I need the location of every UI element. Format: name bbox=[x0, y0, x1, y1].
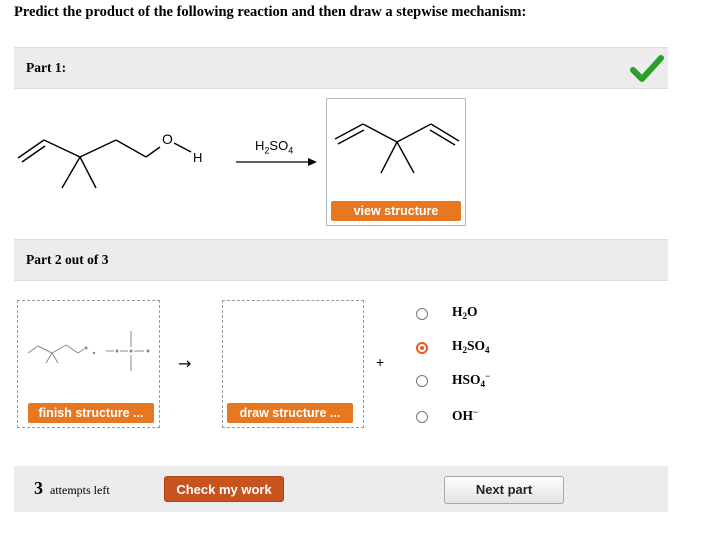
hydrogen-label: H bbox=[193, 150, 202, 165]
part2-label: Part 2 out of 3 bbox=[26, 252, 109, 267]
checkmark-icon bbox=[630, 55, 664, 82]
product-structure-box[interactable]: view structure bbox=[326, 98, 466, 226]
footer-bar: 3 attempts left Check my work Next part bbox=[14, 466, 668, 512]
plus-sign: + bbox=[376, 354, 385, 370]
option-label: H2O bbox=[452, 304, 478, 321]
reagent-label: H2SO4 bbox=[255, 138, 294, 156]
finish-structure-button[interactable]: finish structure ... bbox=[28, 403, 154, 423]
draw-structure-button[interactable]: draw structure ... bbox=[227, 403, 353, 423]
part1-header: Part 1: bbox=[14, 47, 668, 89]
option-label: OH− bbox=[452, 407, 479, 423]
mechanism-arrow: → bbox=[178, 354, 192, 373]
mini-reactant-structure bbox=[27, 331, 150, 371]
product-drawing-box[interactable]: draw structure ... bbox=[222, 300, 364, 428]
oxygen-label: O bbox=[162, 131, 173, 147]
reactant-drawing-box[interactable]: finish structure ... bbox=[17, 300, 160, 428]
part1-label: Part 1: bbox=[26, 60, 67, 75]
radio-button[interactable] bbox=[416, 375, 428, 387]
reaction-arrow bbox=[236, 158, 317, 166]
product-structure bbox=[334, 123, 460, 174]
reactant-structure: O H bbox=[17, 131, 202, 189]
question-heading: Predict the product of the following rea… bbox=[14, 4, 527, 20]
option-label: HSO4− bbox=[452, 371, 491, 389]
radio-button[interactable] bbox=[416, 411, 428, 423]
view-structure-button[interactable]: view structure bbox=[331, 201, 461, 221]
check-my-work-button[interactable]: Check my work bbox=[164, 476, 284, 502]
part2-header: Part 2 out of 3 bbox=[14, 239, 668, 281]
radio-button-selected[interactable] bbox=[416, 342, 428, 354]
radio-button[interactable] bbox=[416, 308, 428, 320]
attempts-count: 3 bbox=[34, 478, 43, 498]
next-part-button[interactable]: Next part bbox=[444, 476, 564, 504]
option-label: H2SO4 bbox=[452, 338, 490, 355]
attempts-text: attempts left bbox=[50, 483, 110, 497]
